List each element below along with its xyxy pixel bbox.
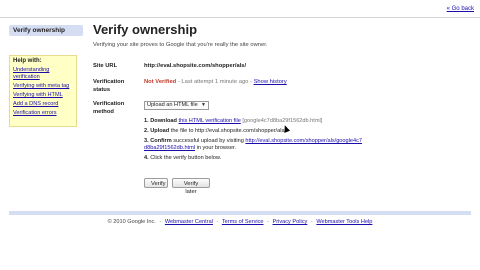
go-back-link[interactable]: « Go back [447, 6, 474, 12]
step-2-action: Upload [150, 128, 170, 135]
footer-link-privacy-policy[interactable]: Privacy Policy [273, 219, 308, 225]
step-2-text: the file to http://eval.shopsite.com/sho… [170, 128, 286, 135]
page-subtitle: Verifying your site proves to Google tha… [93, 42, 268, 48]
step-1-action: Download [150, 118, 177, 124]
help-box: Help with: Understanding verification Ve… [9, 55, 77, 127]
top-bar: « Go back [0, 0, 480, 18]
step-3-suffix: in your browser. [196, 145, 237, 152]
verification-steps: 1. Download this HTML verification file … [144, 118, 364, 166]
footer-separator: - [159, 219, 162, 225]
step-3-text: successful upload by visiting [173, 138, 244, 145]
site-url-label: Site URL [93, 63, 118, 69]
footer: © 2010 Google Inc. - Webmaster Central -… [0, 219, 480, 225]
step-3: 3. Confirm successful upload by visiting… [144, 138, 364, 152]
status-not-verified: Not Verified [144, 79, 177, 85]
step-2: 2. Upload the file to http://eval.shopsi… [144, 128, 364, 135]
step-4-number: 4. [144, 155, 149, 162]
sidebar-item-verify-ownership[interactable]: Verify ownership [9, 25, 83, 36]
step-2-number: 2. [144, 128, 149, 135]
step-1: 1. Download this HTML verification file … [144, 118, 364, 125]
verify-later-button[interactable]: Verify later [172, 178, 210, 195]
status-detail: - Last attempt 1 minute ago - [176, 79, 254, 85]
verification-status-label: Verification status [93, 79, 125, 93]
verification-method-select[interactable]: Upload an HTML file ▼ [144, 101, 209, 110]
help-link-dns-record[interactable]: Add a DNS record [13, 101, 73, 108]
page-title: Verify ownership [93, 22, 198, 37]
help-link-verification-errors[interactable]: Verification errors [13, 110, 73, 117]
help-title: Help with: [13, 58, 42, 64]
footer-separator: - [310, 219, 313, 225]
step-4: 4. Click the verify button below. [144, 155, 364, 162]
footer-separator: - [216, 219, 219, 225]
step-4-text: Click the verify button below. [150, 155, 222, 162]
footer-separator: - [267, 219, 269, 225]
site-url-value: http://eval.shopsite.com/shopper/als/ [144, 63, 247, 69]
footer-link-terms-of-service[interactable]: Terms of Service [222, 219, 264, 225]
verification-file-name: [google4c7d8ba29f1562db.html] [242, 118, 323, 124]
chevron-down-icon: ▼ [201, 102, 206, 108]
step-3-number: 3. [144, 138, 149, 145]
step-3-action: Confirm [150, 138, 172, 145]
footer-link-webmaster-tools-help[interactable]: Webmaster Tools Help [316, 219, 372, 225]
footer-copyright: © 2010 Google Inc. [107, 219, 156, 225]
download-verification-file-link[interactable]: this HTML verification file [179, 118, 241, 124]
verification-method-label: Verification method [93, 101, 125, 115]
verification-method-selected: Upload an HTML file [147, 102, 198, 108]
help-link-html[interactable]: Verifying with HTML [13, 92, 73, 99]
verification-status: Not Verified - Last attempt 1 minute ago… [144, 79, 287, 87]
help-link-meta-tag[interactable]: Verifying with meta tag [13, 83, 73, 90]
help-link-understanding-verification[interactable]: Understanding verification [13, 67, 73, 80]
show-history-link[interactable]: Show history [254, 79, 287, 85]
verify-button[interactable]: Verify [144, 178, 168, 188]
footer-divider [9, 211, 471, 215]
footer-link-webmaster-central[interactable]: Webmaster Central [165, 219, 213, 225]
step-1-number: 1. [144, 118, 149, 124]
